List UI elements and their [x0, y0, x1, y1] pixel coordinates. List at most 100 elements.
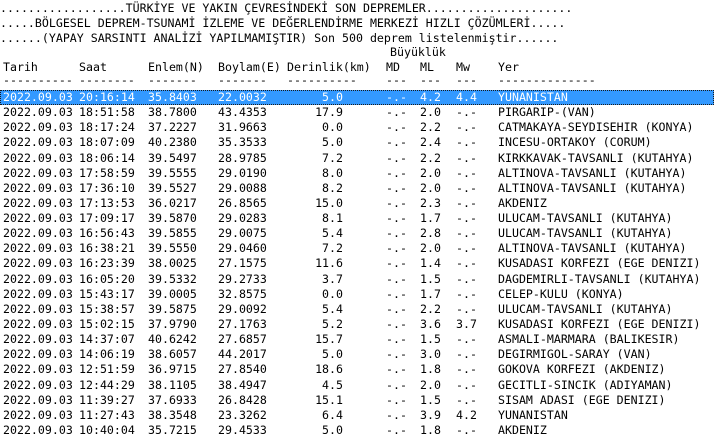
table-row[interactable]: 2022.09.03 17:36:10 39.5527 29.0088 8.2 -.- 2.…	[0, 181, 714, 196]
cell-time: 12:51:59	[79, 362, 135, 377]
table-row[interactable]: 2022.09.03 15:38:57 39.5875 29.0092 5.4 -.- 2.…	[0, 302, 714, 317]
cell-place: YUNANISTAN	[498, 90, 568, 104]
cell-depth: 15.1	[315, 392, 343, 407]
cell-ml: 2.3	[420, 195, 441, 210]
table-row[interactable]: 2022.09.03 17:58:59 39.5555 29.0190 8.0 -.- 2.…	[0, 166, 714, 181]
table-row[interactable]: 2022.09.03 16:56:43 39.5855 29.0075 5.4 -.- 2.…	[0, 226, 714, 241]
header-note-line: ......(YAPAY SARSINTI ANALİZİ YAPILMAMIŞ…	[0, 31, 559, 45]
cell-mw: -.-	[456, 422, 477, 436]
cell-time: 10:40:04	[79, 422, 135, 436]
cell-latitude: 38.3548	[148, 407, 197, 422]
table-row[interactable]: 2022.09.03 14:37:07 40.6242 27.6857 15.7 -.- 1…	[0, 332, 714, 347]
cell-longitude: 44.2017	[218, 347, 267, 362]
cell-depth: 18.6	[315, 362, 343, 377]
cell-latitude: 36.0217	[148, 195, 197, 210]
cell-mw: 4.2	[456, 407, 477, 422]
cell-ml: 2.2	[420, 301, 441, 316]
cell-place: DEGIRMIGOL-SARAY (VAN)	[498, 347, 652, 362]
cell-latitude: 40.6242	[148, 332, 197, 347]
cell-latitude: 37.2227	[148, 120, 197, 135]
cell-ml: 1.4	[420, 256, 441, 271]
cell-md: -.-	[386, 362, 407, 377]
cell-mw: -.-	[456, 120, 477, 135]
cell-longitude: 38.4947	[218, 377, 267, 392]
table-row[interactable]: 2022.09.03 14:06:19 38.6057 44.2017 5.0 -.- 3.…	[0, 347, 714, 362]
cell-date: 2022.09.03	[3, 195, 73, 210]
cell-latitude: 38.1105	[148, 377, 197, 392]
cell-time: 17:58:59	[79, 165, 135, 180]
earthquake-list-view: ..................TÜRKİYE VE YAKIN ÇEVRE…	[0, 0, 714, 436]
table-row[interactable]: 2022.09.03 11:27:43 38.3548 23.3262 6.4 -.- 3.…	[0, 408, 714, 423]
cell-mw: -.-	[456, 195, 477, 210]
cell-md: -.-	[386, 180, 407, 195]
cell-ml: 1.5	[420, 271, 441, 286]
separator-md: ---	[386, 73, 407, 87]
cell-time: 18:51:58	[79, 105, 135, 120]
cell-date: 2022.09.03	[3, 165, 73, 180]
cell-place: GOKOVA KORFEZI (AKDENIZ)	[498, 362, 666, 377]
cell-ml: 1.5	[420, 332, 441, 347]
cell-depth: 5.0	[322, 422, 343, 436]
cell-date: 2022.09.03	[3, 332, 73, 347]
table-row[interactable]: 2022.09.03 15:02:15 37.9790 27.1763 5.2 -.- 3.…	[0, 317, 714, 332]
cell-date: 2022.09.03	[3, 135, 73, 150]
cell-md: -.-	[386, 165, 407, 180]
cell-mw: -.-	[456, 180, 477, 195]
table-row[interactable]: 2022.09.03 15:43:17 39.0005 32.8575 0.0 -.- 1.…	[0, 287, 714, 302]
cell-time: 15:43:17	[79, 286, 135, 301]
cell-latitude: 39.5332	[148, 271, 197, 286]
cell-depth: 8.1	[322, 211, 343, 225]
table-row[interactable]: 2022.09.03 10:40:04 35.7215 29.4533 5.0 -.- 1.…	[0, 423, 714, 436]
cell-ml: 3.0	[420, 347, 441, 362]
cell-latitude: 39.0005	[148, 286, 197, 301]
cell-md: -.-	[386, 332, 407, 347]
table-row[interactable]: 2022.09.03 17:09:17 39.5870 29.0283 8.1 -.- 1.…	[0, 211, 714, 226]
cell-mw: -.-	[456, 105, 477, 120]
table-row[interactable]: 2022.09.03 11:39:27 37.6933 26.8428 15.1 -.- 1…	[0, 393, 714, 408]
cell-latitude: 37.6933	[148, 392, 197, 407]
table-row[interactable]: 2022.09.03 18:07:09 40.2380 35.3533 5.0 -.- 2.…	[0, 135, 714, 150]
cell-place: CELEP-KULU (KONYA)	[498, 286, 624, 301]
cell-md: -.-	[386, 286, 407, 301]
cell-latitude: 35.8403	[148, 90, 197, 104]
cell-longitude: 35.3533	[218, 135, 267, 150]
cell-mw: -.-	[456, 150, 477, 165]
cell-latitude: 39.5870	[148, 211, 197, 225]
table-row[interactable]: 2022.09.03 18:51:58 38.7800 43.4353 17.9 -.- 2…	[0, 105, 714, 120]
table-row[interactable]: 2022.09.03 20:16:14 35.8403 22.0032 5.0 -.- 4.…	[0, 90, 714, 105]
cell-latitude: 39.5855	[148, 226, 197, 241]
cell-md: -.-	[386, 150, 407, 165]
cell-time: 16:56:43	[79, 226, 135, 241]
cell-ml: 1.8	[420, 362, 441, 377]
cell-mw: -.-	[456, 286, 477, 301]
magnitude-group-label: Büyüklük	[390, 45, 446, 59]
cell-time: 17:09:17	[79, 211, 135, 225]
cell-longitude: 23.3262	[218, 407, 267, 422]
cell-md: -.-	[386, 256, 407, 271]
table-row[interactable]: 2022.09.03 12:51:59 36.9715 27.8540 18.6 -.- 1…	[0, 362, 714, 377]
table-row[interactable]: 2022.09.03 17:13:53 36.0217 26.8565 15.0 -.- 2…	[0, 196, 714, 211]
cell-depth: 17.9	[315, 105, 343, 120]
cell-ml: 1.7	[420, 211, 441, 225]
table-row[interactable]: 2022.09.03 18:17:24 37.2227 31.9663 0.0 -.- 2.…	[0, 120, 714, 135]
table-row[interactable]: 2022.09.03 16:23:39 38.0025 27.1575 11.6 -.- 1…	[0, 256, 714, 271]
cell-ml: 4.2	[420, 90, 441, 104]
cell-place: ASMALI-MARMARA (BALIKESIR)	[498, 332, 680, 347]
table-row[interactable]: 2022.09.03 12:44:29 38.1105 38.4947 4.5 -.- 2.…	[0, 378, 714, 393]
cell-depth: 7.2	[322, 241, 343, 256]
cell-time: 16:05:20	[79, 271, 135, 286]
table-row[interactable]: 2022.09.03 16:05:20 39.5332 29.2733 3.7 -.- 1.…	[0, 272, 714, 287]
cell-mw: -.-	[456, 347, 477, 362]
cell-time: 20:16:14	[79, 90, 135, 104]
table-row[interactable]: 2022.09.03 18:06:14 39.5497 28.9785 7.2 -.- 2.…	[0, 151, 714, 166]
cell-longitude: 22.0032	[218, 90, 267, 104]
cell-latitude: 40.2380	[148, 135, 197, 150]
cell-date: 2022.09.03	[3, 180, 73, 195]
separator-latitude: -------	[148, 73, 197, 87]
magnitude-group-header-line: Büyüklük	[0, 45, 714, 60]
header-title-line: ..................TÜRKİYE VE YAKIN ÇEVRE…	[0, 1, 573, 15]
cell-longitude: 29.2733	[218, 271, 267, 286]
cell-date: 2022.09.03	[3, 286, 73, 301]
table-row[interactable]: 2022.09.03 16:38:21 39.5550 29.0460 7.2 -.- 2.…	[0, 241, 714, 256]
cell-md: -.-	[386, 347, 407, 362]
